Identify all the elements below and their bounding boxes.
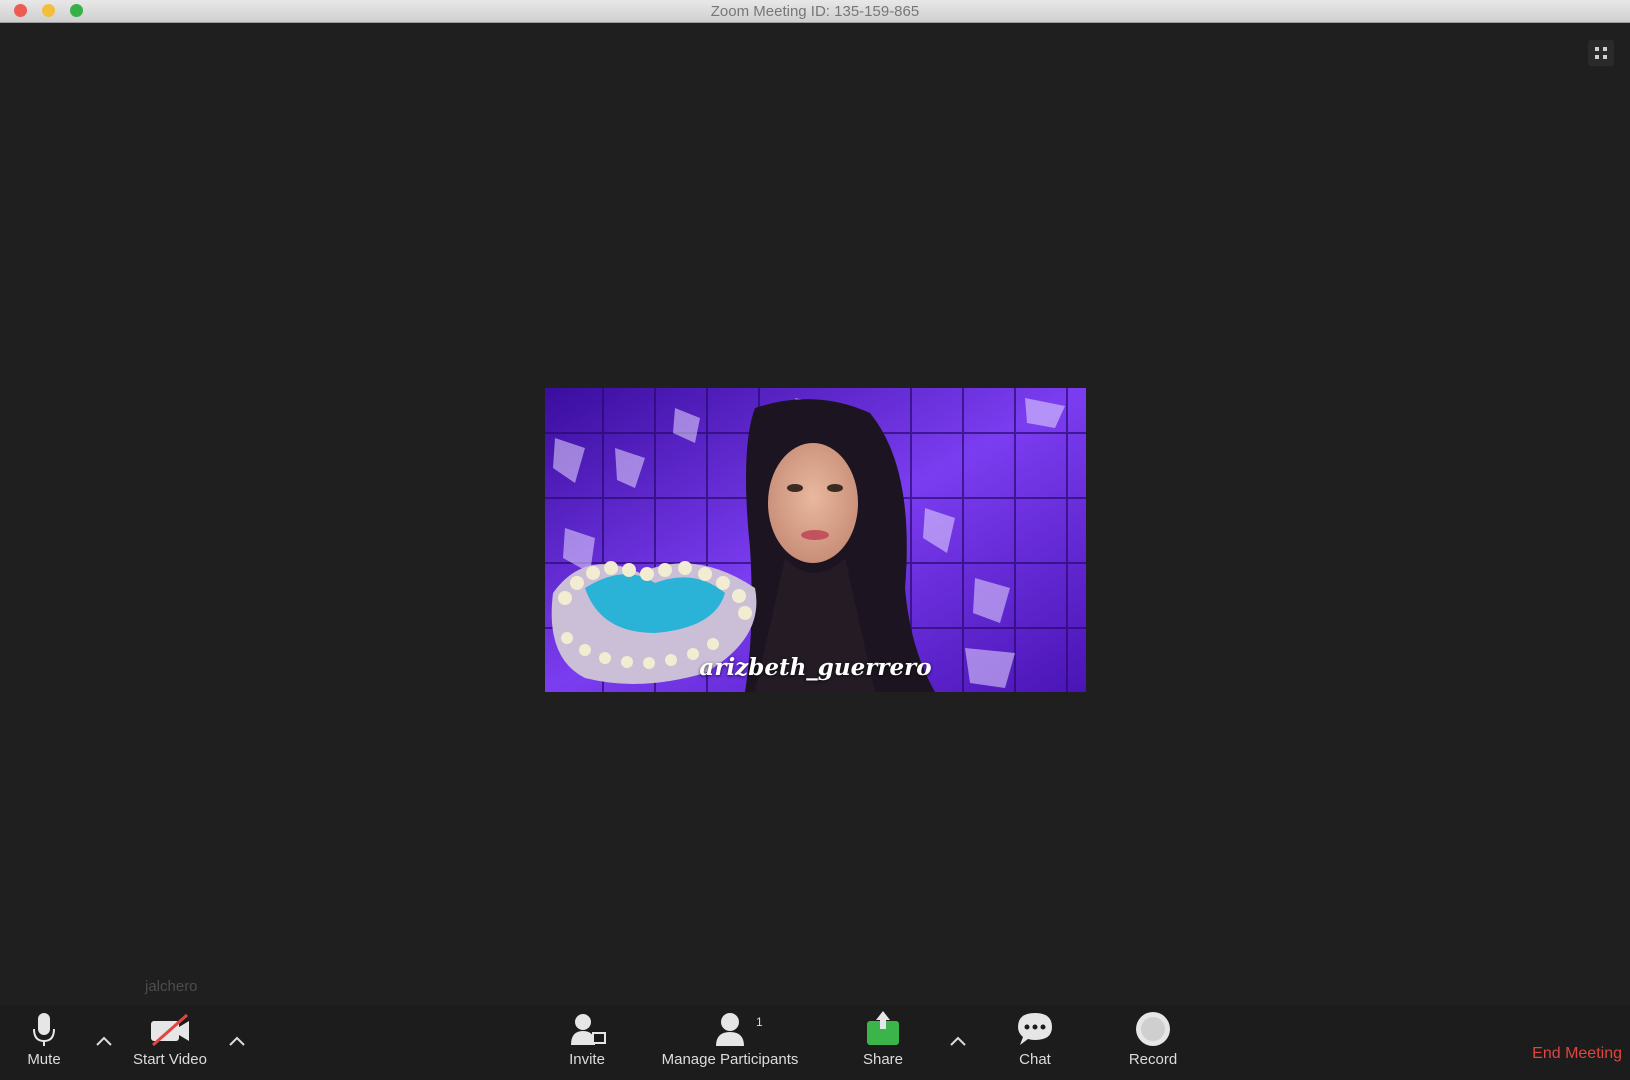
invite-user-icon <box>571 1014 606 1045</box>
mute-label: Mute <box>27 1051 61 1068</box>
meeting-toolbar: Mute Start Video Invite 1 Manage Partici… <box>0 1005 1630 1080</box>
record-icon <box>1136 1012 1170 1046</box>
end-meeting-button[interactable]: End Meeting <box>1532 1045 1622 1063</box>
share-screen-icon <box>867 1011 899 1045</box>
title-bar: Zoom Meeting ID: 135-159-865 <box>0 0 1630 23</box>
audio-options-chevron-up-icon[interactable] <box>95 1035 113 1047</box>
start-video-label: Start Video <box>133 1051 207 1068</box>
participants-icon <box>716 1013 744 1046</box>
record-label: Record <box>1128 1051 1178 1068</box>
chat-bubble-icon <box>1018 1013 1052 1045</box>
video-overlay-text: arizbeth_guerrero <box>699 654 932 681</box>
self-view-name: jalchero <box>145 978 198 995</box>
chat-button[interactable]: Chat <box>1010 1009 1060 1068</box>
manage-participants-button[interactable]: 1 Manage Participants <box>650 1009 810 1068</box>
record-button[interactable]: Record <box>1122 1009 1184 1068</box>
microphone-icon <box>33 1013 55 1046</box>
manage-participants-label: Manage Participants <box>661 1051 799 1068</box>
invite-label: Invite <box>569 1051 605 1068</box>
share-options-chevron-up-icon[interactable] <box>949 1035 967 1047</box>
zoom-window: Zoom Meeting ID: 135-159-865 arizbeth_gu… <box>0 0 1630 1080</box>
video-off-icon <box>151 1013 189 1047</box>
share-label: Share <box>862 1051 904 1068</box>
share-button[interactable]: Share <box>856 1009 910 1068</box>
exit-fullscreen-icon[interactable] <box>1588 40 1614 66</box>
window-title: Zoom Meeting ID: 135-159-865 <box>710 3 920 20</box>
start-video-button[interactable]: Start Video <box>125 1009 215 1068</box>
video-frame-image <box>545 388 1086 692</box>
participant-count: 1 <box>756 1015 763 1029</box>
video-options-chevron-up-icon[interactable] <box>228 1035 246 1047</box>
mute-button[interactable]: Mute <box>22 1009 66 1068</box>
chat-label: Chat <box>1019 1051 1051 1068</box>
invite-button[interactable]: Invite <box>562 1009 612 1068</box>
participant-video[interactable]: arizbeth_guerrero <box>545 388 1086 692</box>
